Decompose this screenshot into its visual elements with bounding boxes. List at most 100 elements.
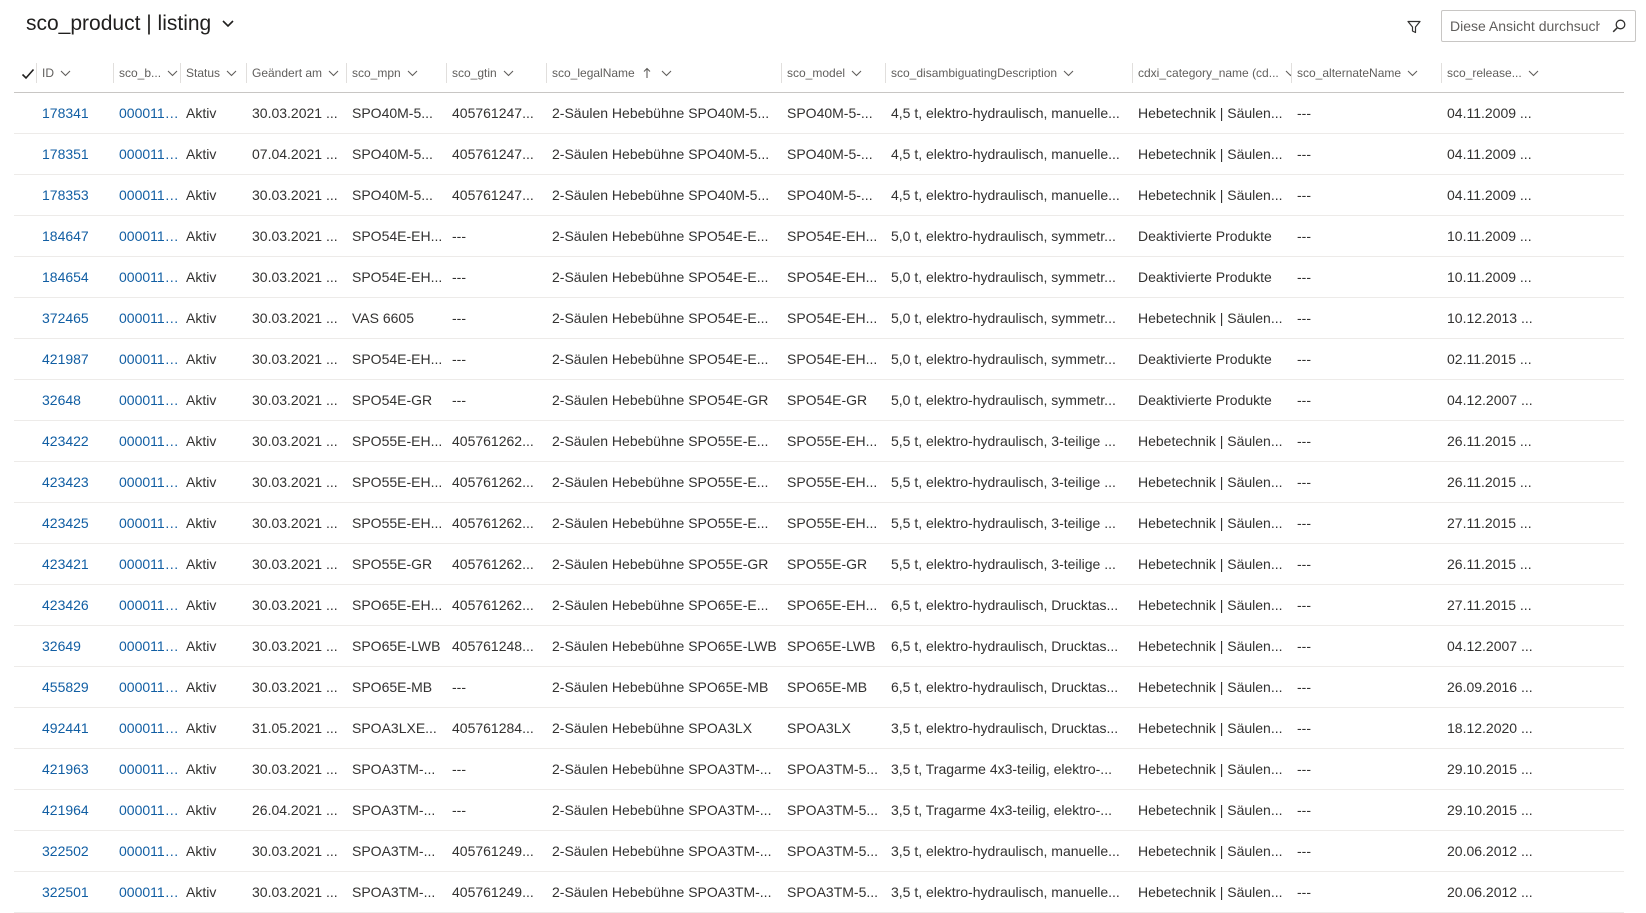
cell-link-sco-b[interactable]: 00001102. xyxy=(113,667,180,707)
view-selector[interactable]: sco_product | listing xyxy=(26,12,235,36)
cell-link-sco-b[interactable]: 00001102. xyxy=(113,872,180,912)
column-header-sco-release[interactable]: sco_release... xyxy=(1441,54,1541,92)
table-row[interactable]: 421987 00001102. Aktiv 30.03.2021 ... SPO54E… xyxy=(14,339,1624,380)
column-header-sco-description[interactable]: sco_disambiguatingDescription xyxy=(885,54,1132,92)
search-icon[interactable] xyxy=(1611,18,1627,34)
cell-sco-gtin: --- xyxy=(452,228,466,244)
select-all-checkmark-icon[interactable] xyxy=(20,66,36,82)
table-row[interactable]: 32649 00001102. Aktiv 30.03.2021 ... SPO65E-… xyxy=(14,626,1624,667)
cell-link-sco-b[interactable]: 00001102. xyxy=(113,626,180,666)
column-separator[interactable] xyxy=(113,63,114,83)
column-separator[interactable] xyxy=(1291,63,1292,83)
table-row[interactable]: 178351 00001102. Aktiv 07.04.2021 ... SPO40M… xyxy=(14,134,1624,175)
column-header-sco-alternatename[interactable]: sco_alternateName xyxy=(1291,54,1441,92)
filter-button[interactable] xyxy=(1401,14,1427,40)
cell-link-sco-b[interactable]: 00001102. xyxy=(113,790,180,830)
table-row[interactable]: 423426 00001102. Aktiv 30.03.2021 ... SPO65E… xyxy=(14,585,1624,626)
cell-link-id[interactable]: 423423 xyxy=(36,462,113,502)
cell-link-id[interactable]: 423426 xyxy=(36,585,113,625)
cell-sco-alternatename: --- xyxy=(1297,761,1311,777)
table-row[interactable]: 423421 00001102. Aktiv 30.03.2021 ... SPO55E… xyxy=(14,544,1624,585)
column-separator[interactable] xyxy=(36,63,37,83)
column-separator[interactable] xyxy=(1132,63,1133,83)
table-row[interactable]: 184647 00001102. Aktiv 30.03.2021 ... SPO54E… xyxy=(14,216,1624,257)
cell-link-sco-b[interactable]: 00001102. xyxy=(113,175,180,215)
cell-link-id[interactable]: 178353 xyxy=(36,175,113,215)
cell-link-id[interactable]: 32649 xyxy=(36,626,113,666)
cell-link-id[interactable]: 421963 xyxy=(36,749,113,789)
cell-link-id[interactable]: 32648 xyxy=(36,380,113,420)
table-row[interactable]: 184654 00001102. Aktiv 30.03.2021 ... SPO54E… xyxy=(14,257,1624,298)
cell-link-sco-b[interactable]: 00001102. xyxy=(113,380,180,420)
cell-link-id[interactable]: 455829 xyxy=(36,667,113,707)
cell-link-sco-b[interactable]: 00001102. xyxy=(113,134,180,174)
search-input[interactable] xyxy=(1450,11,1600,41)
column-separator[interactable] xyxy=(1441,63,1442,83)
cell-link-id[interactable]: 423422 xyxy=(36,421,113,461)
column-separator[interactable] xyxy=(246,63,247,83)
cell-link-id[interactable]: 372465 xyxy=(36,298,113,338)
cell-link-sco-b[interactable]: 00001102. xyxy=(113,216,180,256)
cell-link-id[interactable]: 322501 xyxy=(36,872,113,912)
cell-status: Aktiv xyxy=(186,269,217,285)
cell-link-id[interactable]: 322502 xyxy=(36,831,113,871)
cell-link-sco-b[interactable]: 00001102. xyxy=(113,421,180,461)
cell-sco-release: 27.11.2015 ... xyxy=(1447,597,1532,613)
cell-link-sco-b[interactable]: 00001102. xyxy=(113,544,180,584)
column-header-sco-legalname[interactable]: sco_legalName xyxy=(546,54,781,92)
table-row[interactable]: 372465 00001102. Aktiv 30.03.2021 ... VAS 66… xyxy=(14,298,1624,339)
cell-sco-gtin: 405761247... xyxy=(452,105,534,121)
column-header-label: sco_alternateName xyxy=(1297,66,1402,80)
cell-link-sco-b[interactable]: 00001102. xyxy=(113,298,180,338)
column-separator[interactable] xyxy=(180,63,181,83)
cell-link-sco-b[interactable]: 00001102. xyxy=(113,503,180,543)
cell-link-id[interactable]: 184647 xyxy=(36,216,113,256)
table-row[interactable]: 32648 00001102. Aktiv 30.03.2021 ... SPO54E-… xyxy=(14,380,1624,421)
cell-link-id[interactable]: 184654 xyxy=(36,257,113,297)
cell-sco-description: 4,5 t, elektro-hydraulisch, manuelle... xyxy=(891,187,1120,203)
cell-link-sco-b[interactable]: 00001102. xyxy=(113,462,180,502)
cell-link-sco-b[interactable]: 00001102. xyxy=(113,585,180,625)
cell-link-sco-b[interactable]: 00001102. xyxy=(113,749,180,789)
column-header-sco-b[interactable]: sco_b... xyxy=(113,54,180,92)
cell-sco-release: 29.10.2015 ... xyxy=(1447,802,1533,818)
table-row[interactable]: 421964 00001102. Aktiv 26.04.2021 ... SPOA3T… xyxy=(14,790,1624,831)
cell-link-id[interactable]: 423421 xyxy=(36,544,113,584)
cell-sco-description: 5,0 t, elektro-hydraulisch, symmetr... xyxy=(891,351,1116,367)
column-separator[interactable] xyxy=(346,63,347,83)
column-header-sco-model[interactable]: sco_model xyxy=(781,54,885,92)
table-row[interactable]: 178353 00001102. Aktiv 30.03.2021 ... SPO40M… xyxy=(14,175,1624,216)
table-row[interactable]: 421963 00001102. Aktiv 30.03.2021 ... SPOA3T… xyxy=(14,749,1624,790)
cell-sco-model: SPOA3TM-5... xyxy=(787,843,879,859)
table-row[interactable]: 455829 00001102. Aktiv 30.03.2021 ... SPO65E… xyxy=(14,667,1624,708)
column-separator[interactable] xyxy=(446,63,447,83)
column-header-sco-gtin[interactable]: sco_gtin xyxy=(446,54,546,92)
cell-link-sco-b[interactable]: 00001102. xyxy=(113,339,180,379)
cell-link-id[interactable]: 423425 xyxy=(36,503,113,543)
cell-sco-description: 3,5 t, elektro-hydraulisch, manuelle... xyxy=(891,843,1120,859)
column-header-category-name[interactable]: cdxi_category_name (cd... xyxy=(1132,54,1291,92)
cell-link-id[interactable]: 421987 xyxy=(36,339,113,379)
cell-link-id[interactable]: 178341 xyxy=(36,93,113,133)
cell-link-sco-b[interactable]: 00001102. xyxy=(113,708,180,748)
cell-link-sco-b[interactable]: 00001102. xyxy=(113,831,180,871)
table-row[interactable]: 492441 00001102. Aktiv 31.05.2021 ... SPOA3L… xyxy=(14,708,1624,749)
column-separator[interactable] xyxy=(546,63,547,83)
cell-link-sco-b[interactable]: 00001102. xyxy=(113,257,180,297)
table-row[interactable]: 423425 00001102. Aktiv 30.03.2021 ... SPO55E… xyxy=(14,503,1624,544)
cell-link-sco-b[interactable]: 00001102. xyxy=(113,93,180,133)
table-row[interactable]: 178341 00001102. Aktiv 30.03.2021 ... SPO40M… xyxy=(14,93,1624,134)
cell-sco-mpn: SPOA3TM-... xyxy=(352,802,436,818)
column-separator[interactable] xyxy=(781,63,782,83)
cell-link-id[interactable]: 492441 xyxy=(36,708,113,748)
column-header-status[interactable]: Status xyxy=(180,54,246,92)
cell-link-id[interactable]: 421964 xyxy=(36,790,113,830)
column-separator[interactable] xyxy=(885,63,886,83)
column-header-modified-on[interactable]: Geändert am xyxy=(246,54,346,92)
column-header-sco-mpn[interactable]: sco_mpn xyxy=(346,54,446,92)
table-row[interactable]: 322502 00001102. Aktiv 30.03.2021 ... SPOA3T… xyxy=(14,831,1624,872)
column-header-id[interactable]: ID xyxy=(36,54,113,92)
cell-link-id[interactable]: 178351 xyxy=(36,134,113,174)
table-row[interactable]: 423423 00001102. Aktiv 30.03.2021 ... SPO55E… xyxy=(14,462,1624,503)
table-row[interactable]: 423422 00001102. Aktiv 30.03.2021 ... SPO55E… xyxy=(14,421,1624,462)
